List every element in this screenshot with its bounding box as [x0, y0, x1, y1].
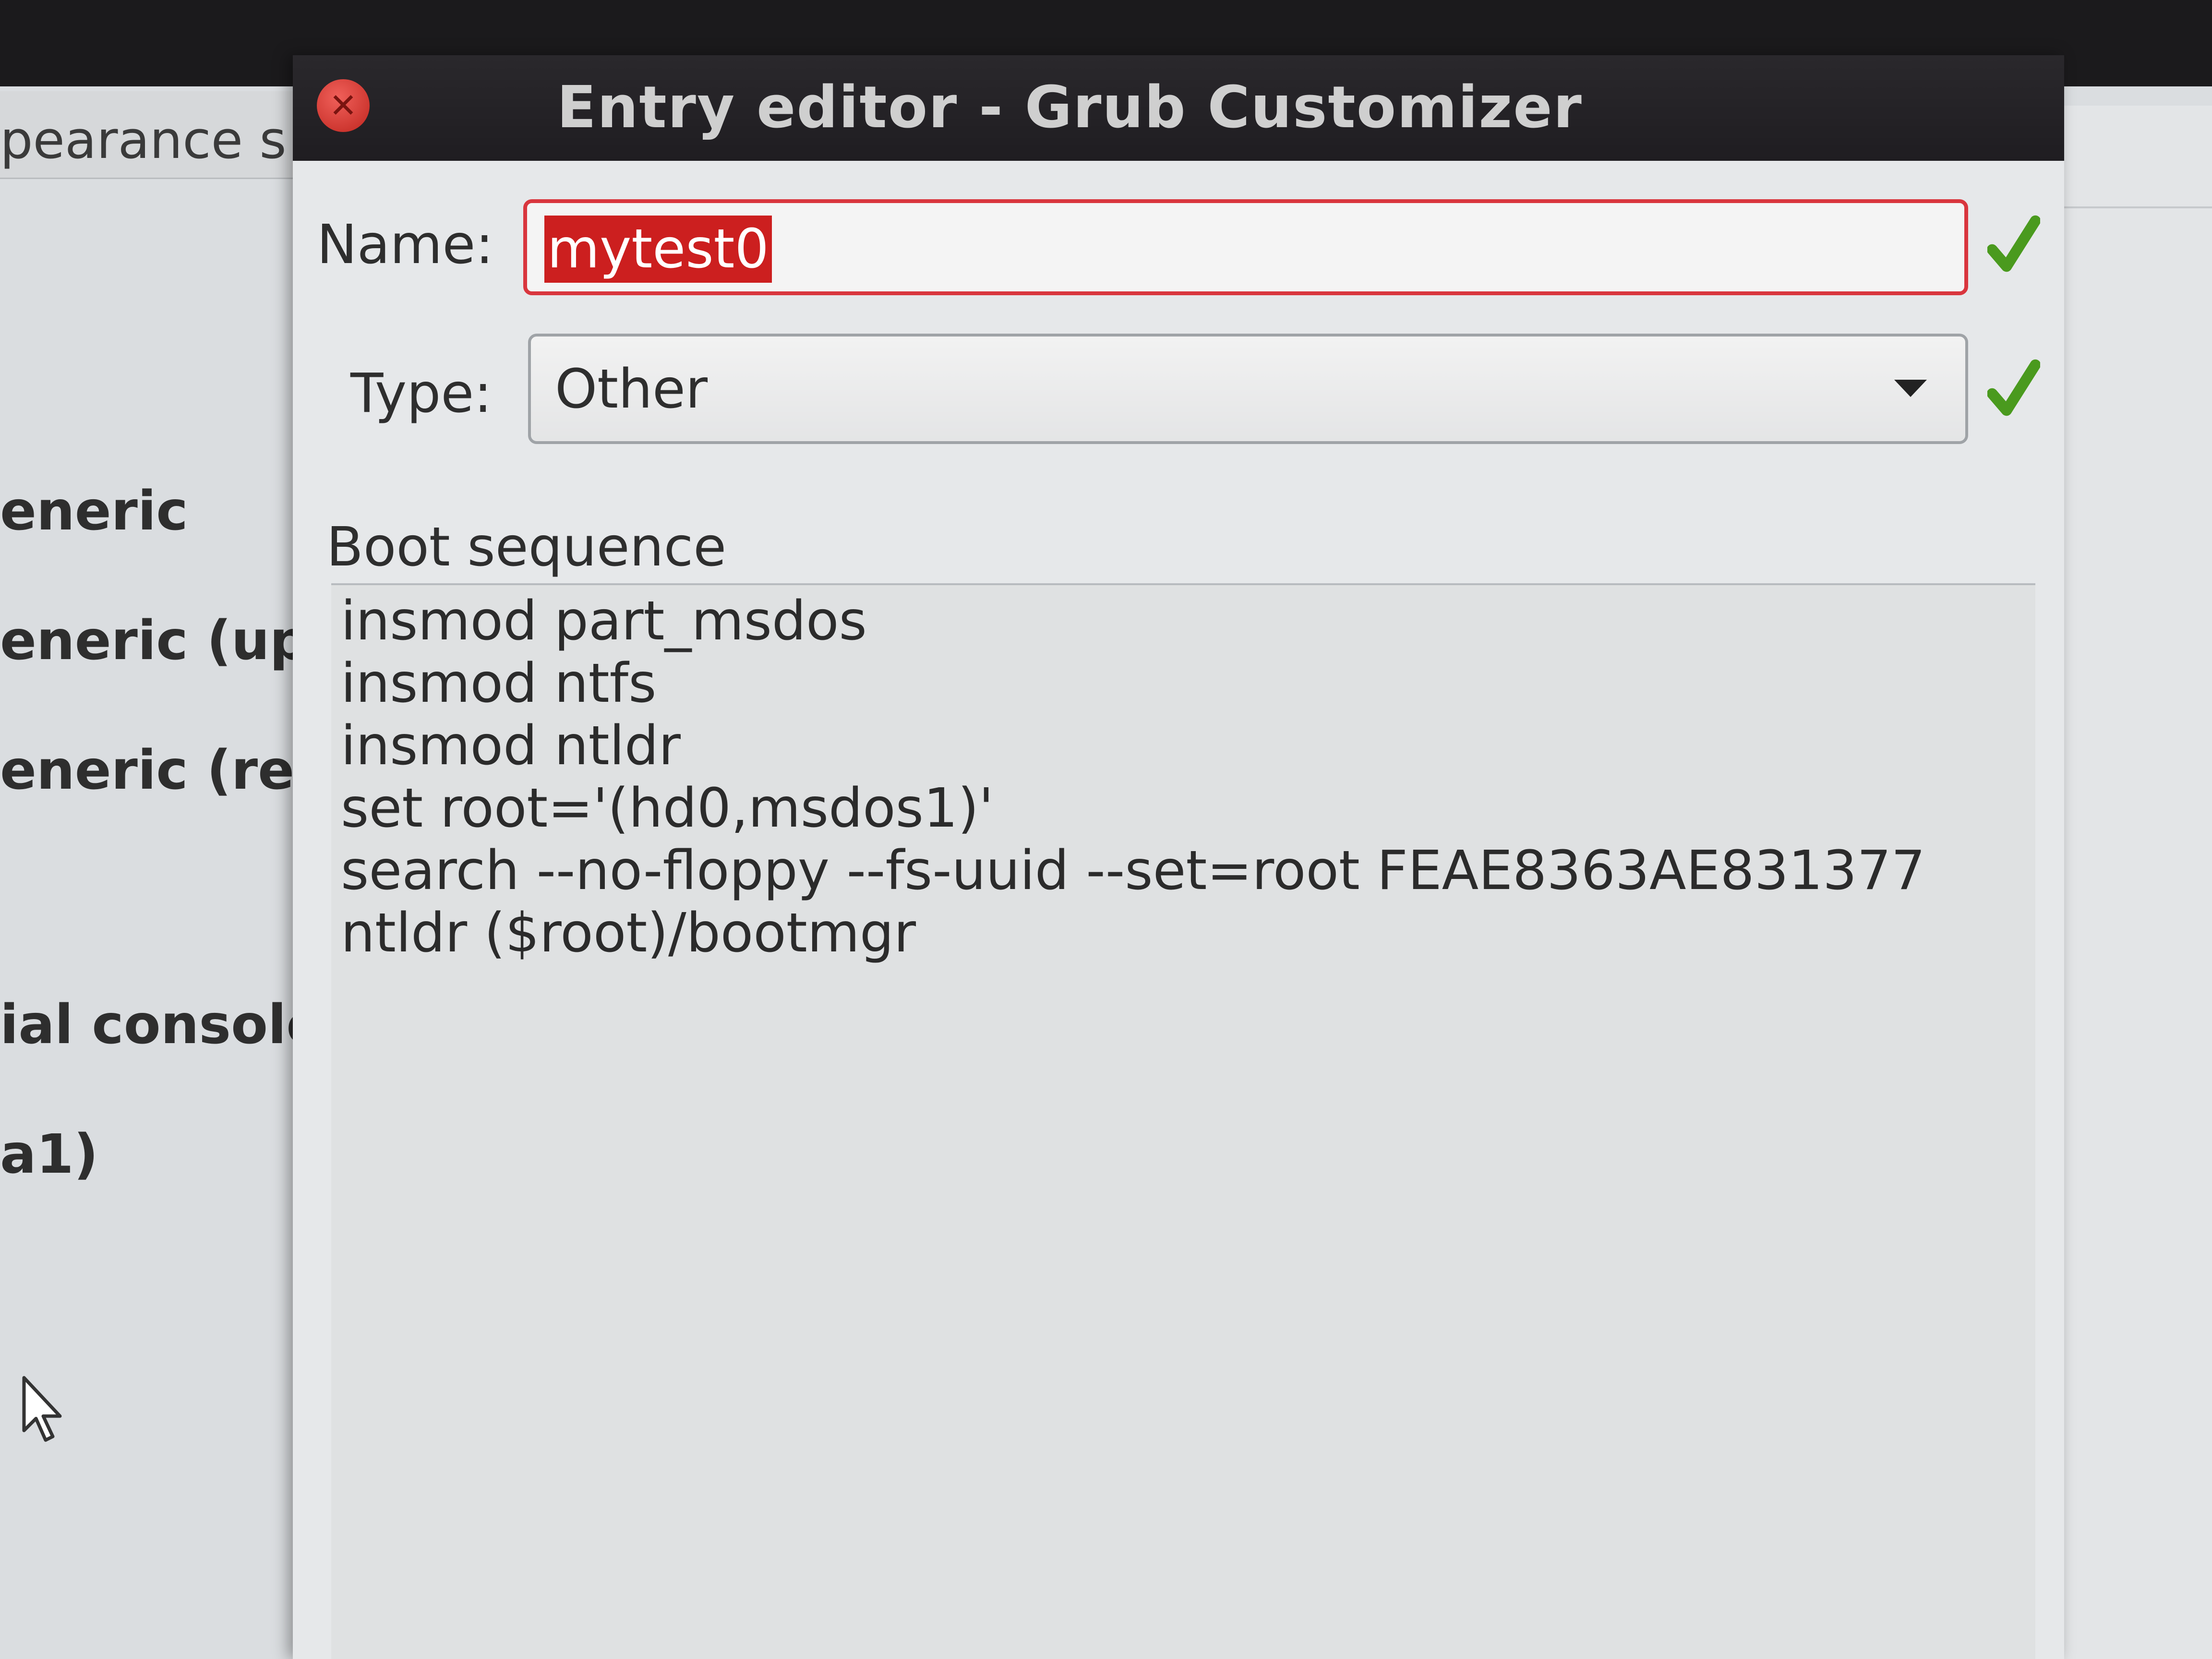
boot-sequence-line: set root='(hd0,msdos1)'	[341, 777, 994, 840]
boot-sequence-editor[interactable]: insmod part_msdos insmod ntfs insmod ntl…	[331, 583, 2035, 1659]
checkmark-icon	[1987, 215, 2040, 272]
main-window-right-edge	[2064, 106, 2212, 1659]
dialog-titlebar[interactable]: ✕ Entry editor - Grub Customizer	[293, 55, 2064, 161]
close-button[interactable]: ✕	[317, 79, 370, 132]
name-label: Name:	[317, 214, 494, 276]
type-select-value: Other	[555, 358, 708, 421]
name-field-selected-text: mytest0	[544, 216, 772, 283]
name-field[interactable]: mytest0	[523, 199, 1968, 295]
type-label: Type:	[350, 362, 492, 425]
screen: pearance s eneric eneric (upst eneric (r…	[0, 0, 2212, 1659]
boot-sequence-line: search --no-floppy --fs-uuid --set=root …	[341, 840, 1925, 902]
chevron-down-icon	[1894, 380, 1927, 397]
menu-entry-generic[interactable]: eneric	[0, 480, 188, 542]
type-select[interactable]: Other	[528, 334, 1968, 444]
boot-sequence-line: insmod ntfs	[341, 652, 657, 715]
tab-label: pearance s	[0, 110, 287, 170]
dialog-title: Entry editor - Grub Customizer	[557, 74, 1583, 141]
tab-appearance-settings[interactable]: pearance s	[0, 91, 307, 179]
close-icon: ✕	[329, 86, 358, 125]
mouse-pointer-icon	[22, 1376, 62, 1442]
entry-editor-dialog: ✕ Entry editor - Grub Customizer Name: m…	[293, 55, 2064, 1659]
boot-sequence-line: insmod ntldr	[341, 715, 681, 777]
checkmark-icon	[1987, 359, 2040, 416]
boot-sequence-line: insmod part_msdos	[341, 590, 867, 652]
boot-sequence-line: ntldr ($root)/bootmgr	[341, 902, 916, 964]
menu-entry-sda1[interactable]: a1)	[0, 1123, 98, 1186]
divider	[2064, 206, 2212, 208]
boot-sequence-header: Boot sequence	[326, 516, 727, 578]
